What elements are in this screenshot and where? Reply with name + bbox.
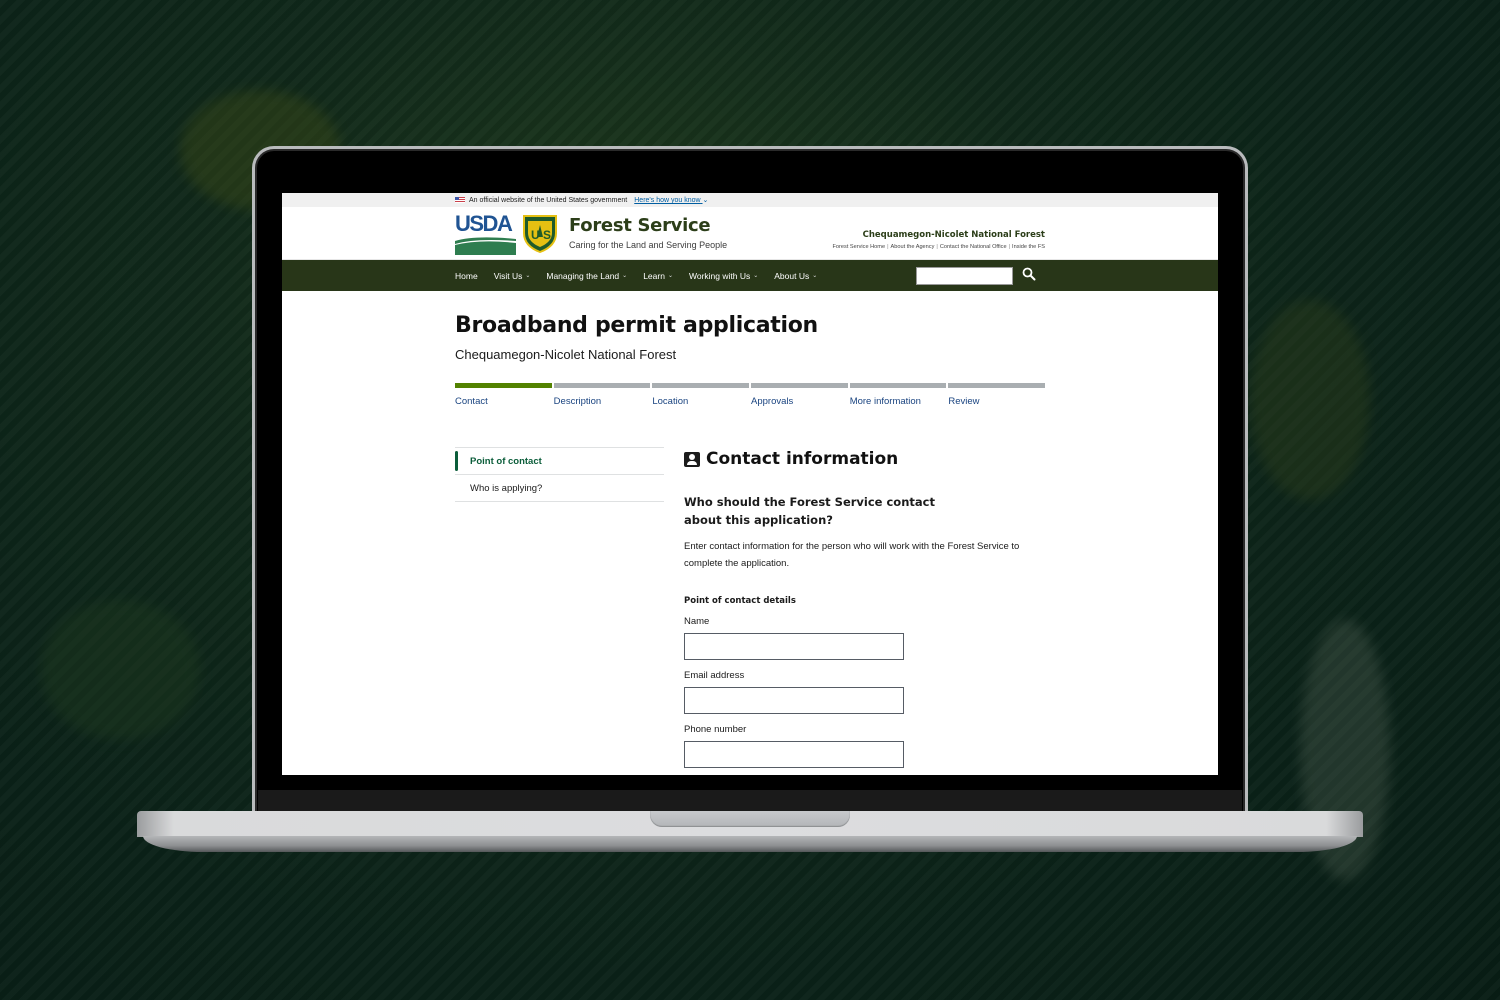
nav-item-label: Working with Us [688,270,751,281]
heres-how-you-know-link[interactable]: Here's how you know ⌄ [634,196,708,204]
side-nav-item-who-is-applying[interactable]: Who is applying? [455,475,664,502]
side-nav-item-point-of-contact[interactable]: Point of contact [455,448,664,475]
side-nav: Point of contact Who is applying? [455,447,664,768]
chevron-down-icon: ⌄ [622,273,628,279]
step-label: Description [553,396,602,407]
forest-name: Chequamegon-Nicolet National Forest [862,230,1045,240]
nav-item-label: Learn [643,270,665,281]
main-content: Broadband permit application Chequamegon… [282,291,1218,768]
step-label: Approvals [751,396,794,407]
divider: | [1008,244,1011,250]
util-link-about-agency[interactable]: About the Agency [891,244,935,250]
usda-logo[interactable]: USDA [455,213,516,255]
step-label: Review [948,396,980,407]
step-description[interactable]: Description [553,383,651,407]
fieldset-legend: Point of contact details [684,596,796,606]
step-indicator: Contact Description Location Approvals M… [455,383,1046,407]
usda-logo-text: USDA [455,211,513,236]
chevron-down-icon: ⌄ [702,197,709,204]
main-nav: Home Visit Us ⌄ Managing the Land ⌄ Learn ⌄… [282,260,1218,291]
nav-item-managing-the-land[interactable]: Managing the Land ⌄ [546,271,627,281]
email-label: Email address [684,670,745,681]
step-bar [553,383,651,388]
util-link-inside-fs[interactable]: Inside the FS [1012,244,1045,250]
nav-item-working-with-us[interactable]: Working with Us ⌄ [689,271,758,281]
step-label: More information [849,396,921,407]
laptop-notch [650,811,850,827]
step-review[interactable]: Review [948,383,1046,407]
site-header: USDA U S Forest Service Caring for the L… [282,207,1218,260]
step-more-information[interactable]: More information [849,383,947,407]
section-title: Contact information [684,449,1044,469]
us-flag-icon [455,197,465,203]
page-subtitle: Chequamegon-Nicolet National Forest [455,347,677,362]
search-input[interactable] [916,267,1013,285]
nav-item-about-us[interactable]: About Us ⌄ [774,271,817,281]
nav-item-home[interactable]: Home [455,271,478,281]
contact-card-icon [684,451,700,467]
page-title: Broadband permit application [455,313,818,338]
nav-item-label: Managing the Land [546,270,620,281]
question-description: Enter contact information for the person… [684,541,1020,569]
chevron-down-icon: ⌄ [667,273,673,279]
step-location[interactable]: Location [652,383,750,407]
phone-label: Phone number [684,724,747,735]
site-title[interactable]: Forest Service [569,215,711,236]
step-bar [652,383,750,388]
step-bar [751,383,848,388]
usda-waves-icon [455,235,516,255]
name-field[interactable] [684,633,904,660]
email-field[interactable] [684,687,904,714]
gov-banner: An official website of the United States… [282,193,1218,207]
chevron-down-icon: ⌄ [753,273,759,279]
nav-item-label: Visit Us [493,270,523,281]
step-bar [455,383,552,388]
divider: | [887,244,889,250]
background-foliage [1250,300,1370,500]
background-foliage [40,600,200,740]
step-label: Contact [455,396,488,407]
step-label: Location [652,396,689,407]
question-heading: Who should the Forest Service contact ab… [684,495,935,527]
svg-text:S: S [543,228,551,242]
contact-form: Contact information Who should the Fores… [684,447,1044,768]
step-contact[interactable]: Contact [455,383,552,407]
search-icon[interactable] [1022,267,1036,281]
phone-field[interactable] [684,741,904,768]
chevron-down-icon: ⌄ [525,273,531,279]
utility-links: Forest Service Home | About the Agency |… [833,244,1045,250]
nav-item-learn[interactable]: Learn ⌄ [643,271,673,281]
heres-how-you-know-label: Here's how you know [634,197,701,204]
divider: | [936,244,938,250]
util-link-contact-national-office[interactable]: Contact the National Office [940,244,1007,250]
chevron-down-icon: ⌄ [812,273,818,279]
nav-item-label: Home [455,270,478,281]
site-tagline: Caring for the Land and Serving People [569,240,728,250]
laptop-base-edge [143,836,1357,852]
forest-service-shield-icon[interactable]: U S [521,213,559,253]
browser-viewport: An official website of the United States… [282,193,1218,775]
nav-item-visit-us[interactable]: Visit Us ⌄ [494,271,531,281]
section-title-text: Contact information [706,449,899,469]
step-bar [849,383,947,388]
form-layout: Point of contact Who is applying? Contac… [455,447,1218,768]
name-label: Name [684,616,710,627]
step-bar [948,383,1046,388]
util-link-forest-service-home[interactable]: Forest Service Home [833,244,886,250]
step-approvals[interactable]: Approvals [751,383,848,407]
gov-banner-text: An official website of the United States… [469,196,628,204]
nav-item-label: About Us [774,270,810,281]
